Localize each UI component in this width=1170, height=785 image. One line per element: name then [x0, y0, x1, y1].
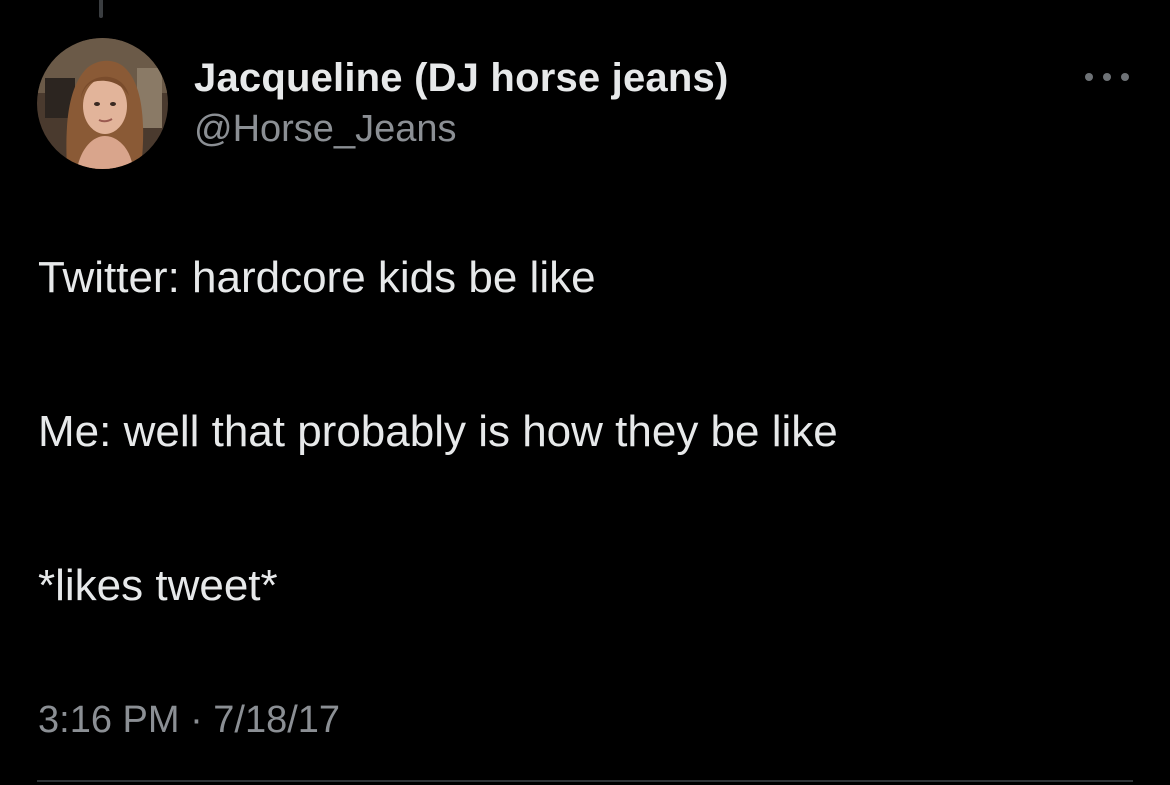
dot [1121, 73, 1129, 81]
profile-photo-image [37, 38, 168, 169]
divider [37, 780, 1133, 782]
tweet-body: Twitter: hardcore kids be like Me: well … [38, 248, 1128, 616]
thread-connector-line [99, 0, 103, 18]
more-horizontal-icon[interactable] [1085, 70, 1129, 84]
tweet-line: Twitter: hardcore kids be like [38, 253, 596, 302]
dot [1103, 73, 1111, 81]
dot [1085, 73, 1093, 81]
tweet-line: Me: well that probably is how they be li… [38, 407, 838, 456]
display-name[interactable]: Jacqueline (DJ horse jeans) [194, 52, 728, 104]
tweet-timestamp[interactable]: 3:16 PM · 7/18/17 [38, 697, 340, 743]
tweet-header: Jacqueline (DJ horse jeans) @Horse_Jeans [37, 38, 1137, 170]
avatar[interactable] [37, 38, 168, 169]
tweet-line: *likes tweet* [38, 561, 278, 610]
author-names: Jacqueline (DJ horse jeans) @Horse_Jeans [194, 52, 728, 154]
user-handle[interactable]: @Horse_Jeans [194, 104, 728, 154]
